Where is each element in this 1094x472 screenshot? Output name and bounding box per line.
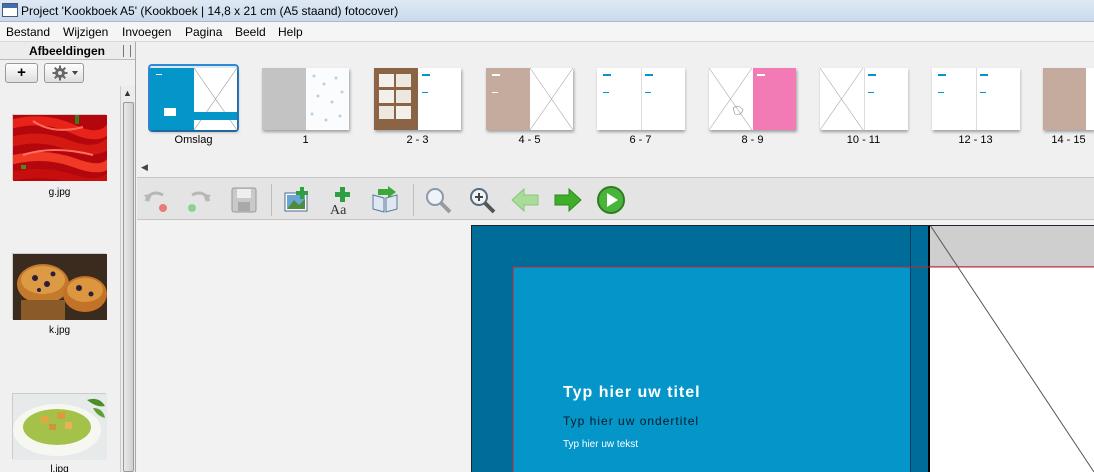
image-label-k: k.jpg — [48, 325, 71, 336]
menu-bar: Bestand Wijzigen Invoegen Pagina Beeld H… — [0, 22, 1094, 42]
add-image-button[interactable]: + — [5, 63, 38, 83]
toolbar-separator — [413, 184, 414, 216]
image-thumbnail-soup[interactable] — [12, 393, 107, 460]
muffins-image — [13, 254, 107, 320]
page-thumb-14-15[interactable] — [1043, 68, 1094, 130]
image-label-g: g.jpg — [48, 187, 71, 198]
page-thumb-4-5[interactable] — [486, 68, 573, 130]
previous-page-icon[interactable] — [510, 185, 540, 215]
images-panel: Afbeeldingen + g.jpg k.jpg l.jpg ▲ — [0, 42, 136, 472]
insert-page-icon[interactable] — [370, 185, 400, 215]
page-thumb-12-13[interactable] — [932, 68, 1020, 130]
page-label-1: 1 — [302, 134, 309, 146]
page-thumb-6-7[interactable] — [597, 68, 685, 130]
editor-canvas[interactable]: Typ hier uw titel Typ hier uw ondertitel… — [137, 221, 1094, 472]
image-list-scrollbar[interactable]: ▲ — [120, 86, 135, 472]
image-thumbnail-peppers[interactable] — [6, 114, 118, 188]
image-thumbnail-muffins[interactable] — [12, 253, 107, 320]
insert-image-icon[interactable] — [283, 185, 313, 215]
svg-text:Aa: Aa — [330, 203, 347, 215]
scrollbar-thumb[interactable] — [123, 102, 134, 472]
menu-beeld[interactable]: Beeld — [235, 25, 266, 39]
redo-icon[interactable] — [184, 185, 214, 215]
panel-grip-icon[interactable] — [123, 45, 131, 57]
scroll-up-icon[interactable]: ▲ — [123, 88, 132, 98]
app-window-icon — [2, 3, 18, 17]
page-label-10-11: 10 - 11 — [846, 134, 881, 146]
bleed-guide — [471, 225, 1094, 472]
preview-play-icon[interactable] — [596, 185, 626, 215]
zoom-in-icon[interactable] — [467, 185, 497, 215]
panel-settings-button[interactable] — [44, 63, 84, 83]
menu-help[interactable]: Help — [278, 25, 303, 39]
chevron-down-icon — [72, 71, 78, 75]
page-label-6-7: 6 - 7 — [629, 134, 652, 146]
page-label-2-3: 2 - 3 — [406, 134, 429, 146]
toolbar: Aa — [137, 177, 1094, 220]
page-thumb-8-9[interactable] — [709, 68, 796, 130]
page-thumb-omslag[interactable] — [150, 68, 237, 130]
page-label-4-5: 4 - 5 — [518, 134, 541, 146]
page-label-12-13: 12 - 13 — [958, 134, 993, 146]
scroll-left-icon[interactable]: ◀ — [141, 162, 148, 173]
menu-invoegen[interactable]: Invoegen — [122, 25, 171, 39]
soup-image — [13, 394, 107, 460]
window-title: Project 'Kookboek A5' (Kookboek | 14,8 x… — [21, 4, 399, 18]
image-label-l: l.jpg — [50, 464, 69, 472]
next-page-icon[interactable] — [553, 185, 583, 215]
page-label-omslag: Omslag — [174, 134, 213, 146]
toolbar-separator — [271, 184, 272, 216]
insert-text-icon[interactable]: Aa — [327, 185, 357, 215]
images-panel-header: Afbeeldingen — [0, 42, 135, 60]
page-thumb-1[interactable] — [262, 68, 349, 130]
page-thumb-2-3[interactable] — [374, 68, 461, 130]
page-label-14-15: 14 - 15 — [1051, 134, 1086, 146]
menu-wijzigen[interactable]: Wijzigen — [63, 25, 108, 39]
gear-icon — [52, 65, 78, 81]
image-list: g.jpg k.jpg l.jpg — [0, 96, 119, 472]
menu-bestand[interactable]: Bestand — [6, 25, 50, 39]
images-panel-title: Afbeeldingen — [28, 44, 105, 58]
title-bar: Project 'Kookboek A5' (Kookboek | 14,8 x… — [0, 0, 1094, 22]
page-thumb-10-11[interactable] — [820, 68, 908, 130]
save-icon[interactable] — [229, 185, 259, 215]
menu-pagina[interactable]: Pagina — [185, 25, 222, 39]
page-label-8-9: 8 - 9 — [741, 134, 764, 146]
undo-icon[interactable] — [141, 185, 171, 215]
page-strip: Omslag 1 2 - 3 4 - 5 6 - 7 8 - 9 10 - 11… — [137, 42, 1094, 177]
zoom-out-icon[interactable] — [423, 185, 453, 215]
peppers-image — [6, 115, 118, 188]
